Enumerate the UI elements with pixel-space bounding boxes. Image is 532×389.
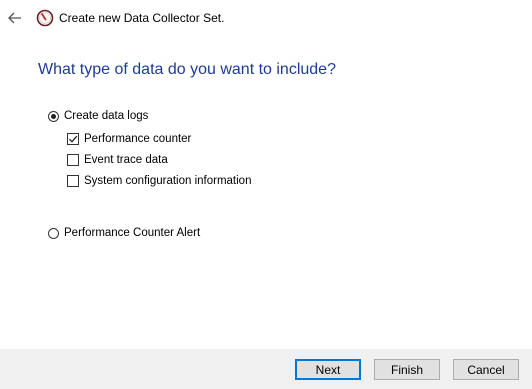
wizard-window: Create new Data Collector Set. What type… bbox=[0, 0, 532, 389]
cancel-button[interactable]: Cancel bbox=[453, 359, 519, 380]
checkbox-unchecked[interactable] bbox=[67, 154, 79, 166]
performance-counter-alert-label: Performance Counter Alert bbox=[64, 227, 201, 239]
radio-create-data-logs[interactable]: Create data logs bbox=[48, 109, 148, 123]
checkbox-event-trace-data[interactable]: Event trace data bbox=[67, 153, 168, 167]
checkbox-system-configuration[interactable]: System configuration information bbox=[67, 174, 251, 188]
event-trace-data-label: Event trace data bbox=[84, 154, 168, 166]
checkbox-unchecked[interactable] bbox=[67, 175, 79, 187]
button-bar: Next Finish Cancel bbox=[0, 349, 532, 389]
page-heading: What type of data do you want to include… bbox=[38, 61, 336, 78]
performance-monitor-icon bbox=[36, 9, 54, 27]
system-configuration-label: System configuration information bbox=[84, 175, 252, 187]
title-bar: Create new Data Collector Set. bbox=[0, 0, 532, 36]
window-title: Create new Data Collector Set. bbox=[59, 11, 225, 25]
radio-performance-counter-alert[interactable]: Performance Counter Alert bbox=[48, 226, 200, 240]
radio-button-selected[interactable] bbox=[48, 110, 59, 122]
back-button[interactable] bbox=[5, 8, 25, 28]
checkbox-checked[interactable] bbox=[67, 133, 79, 145]
radio-button-unselected[interactable] bbox=[48, 227, 59, 239]
next-button[interactable]: Next bbox=[295, 359, 361, 380]
checkbox-performance-counter[interactable]: Performance counter bbox=[67, 132, 191, 146]
finish-button[interactable]: Finish bbox=[374, 359, 440, 380]
create-data-logs-label: Create data logs bbox=[64, 110, 149, 122]
checkmark-icon bbox=[69, 135, 78, 143]
arrow-left-icon bbox=[8, 12, 21, 24]
performance-counter-label: Performance counter bbox=[84, 133, 192, 145]
